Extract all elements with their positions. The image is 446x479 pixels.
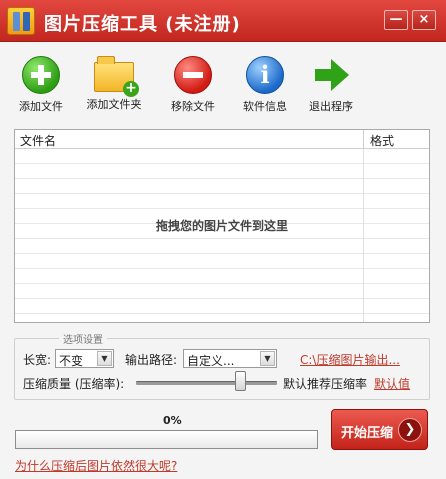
close-button[interactable]: ×	[412, 10, 436, 30]
software-info-button[interactable]: i 软件信息	[229, 56, 301, 114]
quality-slider-track[interactable]	[136, 381, 277, 385]
remove-file-button[interactable]: 移除文件	[157, 56, 229, 114]
file-list[interactable]: 文件名 格式 拖拽您的图片文件到这里	[14, 129, 430, 323]
quality-label: 压缩质量 (压缩率):	[23, 377, 125, 391]
arrow-right-icon	[312, 56, 350, 94]
quality-slider-thumb[interactable]	[234, 371, 246, 391]
chevron-down-icon[interactable]: ▼	[97, 351, 112, 366]
add-folder-label: 添加文件夹	[86, 98, 142, 111]
drop-hint: 拖拽您的图片文件到这里	[155, 219, 288, 233]
progress-percent: 0%	[163, 414, 182, 427]
size-select-value: 不变	[59, 354, 84, 368]
add-folder-button[interactable]: + 添加文件夹	[78, 56, 150, 112]
chevron-down-icon[interactable]: ▼	[260, 351, 275, 366]
info-icon: i	[246, 56, 284, 94]
start-compress-button[interactable]: 开始压缩 ❯	[331, 409, 428, 450]
options-group: 选项设置 长宽: 不变 ▼ 输出路径: 自定义... ▼ C:\压缩图片输出..…	[14, 331, 430, 400]
start-compress-label: 开始压缩	[341, 426, 394, 441]
minimize-button[interactable]: —	[384, 10, 408, 30]
progress-bar	[15, 430, 318, 449]
add-file-label: 添加文件	[19, 100, 63, 113]
output-path-select[interactable]: 自定义... ▼	[183, 349, 277, 368]
toolbar: 添加文件 + 添加文件夹 移除文件 i 软件信息 退出程序	[0, 43, 446, 123]
recommended-label: 默认推荐压缩率	[283, 377, 368, 391]
file-list-header: 文件名 格式	[15, 130, 429, 149]
size-select[interactable]: 不变 ▼	[55, 349, 114, 368]
size-label: 长宽:	[23, 353, 52, 367]
add-file-button[interactable]: 添加文件	[5, 56, 77, 114]
help-link[interactable]: 为什么压缩后图片依然很大呢?	[15, 457, 177, 474]
column-format[interactable]: 格式	[363, 130, 429, 148]
go-arrow-icon: ❯	[398, 418, 422, 442]
output-path-value: 自定义...	[187, 354, 235, 368]
output-path-label: 输出路径:	[125, 353, 178, 367]
title-bar[interactable]: 图片压缩工具 (未注册) — ×	[0, 0, 446, 42]
default-value-link[interactable]: 默认值	[374, 375, 410, 392]
add-circle-icon	[22, 56, 60, 94]
column-filename[interactable]: 文件名	[20, 132, 56, 149]
software-info-label: 软件信息	[243, 100, 287, 113]
file-list-rows	[15, 149, 429, 322]
options-group-title: 选项设置	[59, 331, 107, 346]
output-path-link[interactable]: C:\压缩图片输出...	[300, 351, 400, 368]
remove-circle-icon	[174, 56, 212, 94]
app-logo-icon	[7, 7, 35, 35]
exit-label: 退出程序	[309, 100, 353, 113]
remove-file-label: 移除文件	[171, 100, 215, 113]
folder-add-icon: +	[94, 56, 139, 97]
exit-button[interactable]: 退出程序	[295, 56, 367, 114]
window-title: 图片压缩工具 (未注册)	[44, 14, 241, 35]
